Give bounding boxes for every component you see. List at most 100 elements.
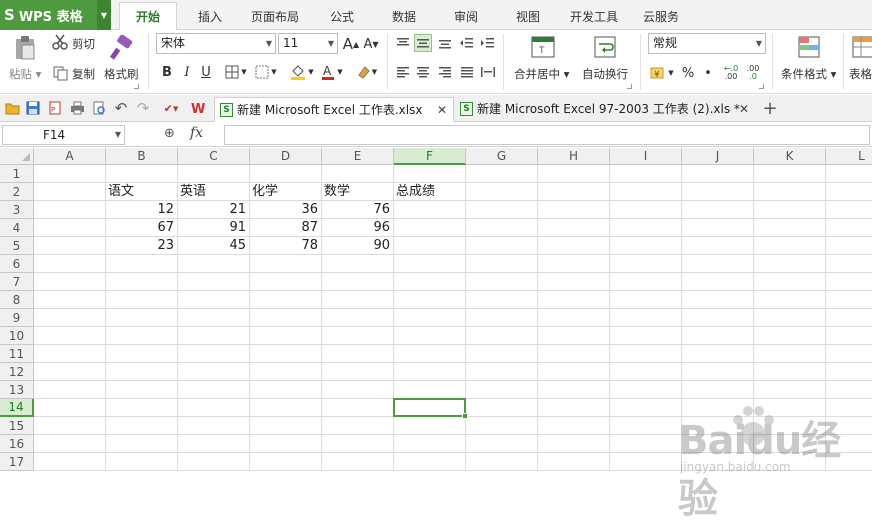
- row-header[interactable]: 5: [0, 237, 34, 255]
- cell-F1[interactable]: [394, 165, 466, 183]
- conditional-format-button[interactable]: 条件格式 ▾: [781, 66, 836, 82]
- percent-button[interactable]: %: [680, 63, 696, 83]
- save-icon[interactable]: [25, 100, 41, 116]
- cell-H8[interactable]: [538, 291, 610, 309]
- copy-button[interactable]: 复制: [72, 66, 95, 82]
- cell-H10[interactable]: [538, 327, 610, 345]
- cell-K6[interactable]: [754, 255, 826, 273]
- cell-K16[interactable]: [754, 435, 826, 453]
- cell-J3[interactable]: [682, 201, 754, 219]
- cell-I5[interactable]: [610, 237, 682, 255]
- cell-L17[interactable]: [826, 453, 872, 471]
- row-header[interactable]: 7: [0, 273, 34, 291]
- cell-L2[interactable]: [826, 183, 872, 201]
- cell-C4[interactable]: 91: [178, 219, 250, 237]
- cell-fill-pattern-icon[interactable]: ▼: [252, 62, 280, 82]
- cell-D5[interactable]: 78: [250, 237, 322, 255]
- cell-I1[interactable]: [610, 165, 682, 183]
- row-header[interactable]: 6: [0, 255, 34, 273]
- column-header[interactable]: F: [394, 148, 466, 165]
- cell-A16[interactable]: [34, 435, 106, 453]
- cell-H16[interactable]: [538, 435, 610, 453]
- cell-I10[interactable]: [610, 327, 682, 345]
- alignment-dialog-launcher-icon[interactable]: [627, 84, 632, 89]
- cell-K7[interactable]: [754, 273, 826, 291]
- table-style-button[interactable]: 表格: [849, 66, 872, 82]
- tab-data[interactable]: 数据: [380, 4, 428, 30]
- cell-C12[interactable]: [178, 363, 250, 381]
- cell-L3[interactable]: [826, 201, 872, 219]
- wrap-text-button[interactable]: 自动换行: [582, 66, 628, 82]
- cell-H7[interactable]: [538, 273, 610, 291]
- cell-B12[interactable]: [106, 363, 178, 381]
- cell-K14[interactable]: [754, 399, 826, 417]
- cell-J4[interactable]: [682, 219, 754, 237]
- column-header[interactable]: B: [106, 148, 178, 165]
- cell-E4[interactable]: 96: [322, 219, 394, 237]
- cell-K12[interactable]: [754, 363, 826, 381]
- chevron-down-icon[interactable]: ▼: [115, 126, 121, 144]
- cell-C17[interactable]: [178, 453, 250, 471]
- close-icon[interactable]: ✕: [437, 98, 447, 122]
- cell-F5[interactable]: [394, 237, 466, 255]
- column-header[interactable]: D: [250, 148, 322, 165]
- cell-A10[interactable]: [34, 327, 106, 345]
- cell-C5[interactable]: 45: [178, 237, 250, 255]
- cell-J16[interactable]: [682, 435, 754, 453]
- increase-decimal-button[interactable]: ←.0.00: [722, 63, 740, 83]
- cell-D1[interactable]: [250, 165, 322, 183]
- format-painter-button[interactable]: 格式刷: [104, 66, 139, 82]
- cell-D7[interactable]: [250, 273, 322, 291]
- cell-G16[interactable]: [466, 435, 538, 453]
- formula-input[interactable]: [224, 125, 870, 145]
- cell-C16[interactable]: [178, 435, 250, 453]
- cell-G15[interactable]: [466, 417, 538, 435]
- cell-K4[interactable]: [754, 219, 826, 237]
- cell-F7[interactable]: [394, 273, 466, 291]
- cell-G17[interactable]: [466, 453, 538, 471]
- cell-B7[interactable]: [106, 273, 178, 291]
- cell-H5[interactable]: [538, 237, 610, 255]
- tab-home[interactable]: 开始: [119, 2, 177, 31]
- cell-A3[interactable]: [34, 201, 106, 219]
- column-header[interactable]: C: [178, 148, 250, 165]
- cell-L5[interactable]: [826, 237, 872, 255]
- cell-F6[interactable]: [394, 255, 466, 273]
- export-pdf-icon[interactable]: P: [47, 100, 63, 116]
- cell-G14[interactable]: [466, 399, 538, 417]
- cell-J10[interactable]: [682, 327, 754, 345]
- new-tab-plus-icon[interactable]: +: [762, 98, 778, 119]
- cell-J8[interactable]: [682, 291, 754, 309]
- column-header[interactable]: K: [754, 148, 826, 165]
- currency-icon[interactable]: ¥ ▼: [648, 63, 676, 83]
- cell-D16[interactable]: [250, 435, 322, 453]
- cell-H11[interactable]: [538, 345, 610, 363]
- doc-tab[interactable]: S 新建 Microsoft Excel 97-2003 工作表 (2).xls…: [455, 97, 755, 122]
- cell-L6[interactable]: [826, 255, 872, 273]
- cell-D9[interactable]: [250, 309, 322, 327]
- align-right-icon[interactable]: [436, 63, 454, 81]
- cell-I8[interactable]: [610, 291, 682, 309]
- cell-I6[interactable]: [610, 255, 682, 273]
- cell-G2[interactable]: [466, 183, 538, 201]
- cell-C8[interactable]: [178, 291, 250, 309]
- decrease-indent-icon[interactable]: [458, 34, 476, 52]
- row-header[interactable]: 13: [0, 381, 34, 399]
- cell-D10[interactable]: [250, 327, 322, 345]
- print-icon[interactable]: [69, 100, 85, 116]
- cell-K3[interactable]: [754, 201, 826, 219]
- cell-I12[interactable]: [610, 363, 682, 381]
- row-header[interactable]: 3: [0, 201, 34, 219]
- cell-L14[interactable]: [826, 399, 872, 417]
- cell-D15[interactable]: [250, 417, 322, 435]
- open-folder-icon[interactable]: [4, 100, 20, 116]
- column-header[interactable]: H: [538, 148, 610, 165]
- column-header[interactable]: A: [34, 148, 106, 165]
- align-middle-icon[interactable]: [414, 34, 432, 52]
- row-header[interactable]: 8: [0, 291, 34, 309]
- cell-B2[interactable]: 语文: [106, 183, 178, 201]
- cell-D14[interactable]: [250, 399, 322, 417]
- cell-I7[interactable]: [610, 273, 682, 291]
- increase-font-size-icon[interactable]: A ▲: [342, 34, 360, 54]
- row-header[interactable]: 11: [0, 345, 34, 363]
